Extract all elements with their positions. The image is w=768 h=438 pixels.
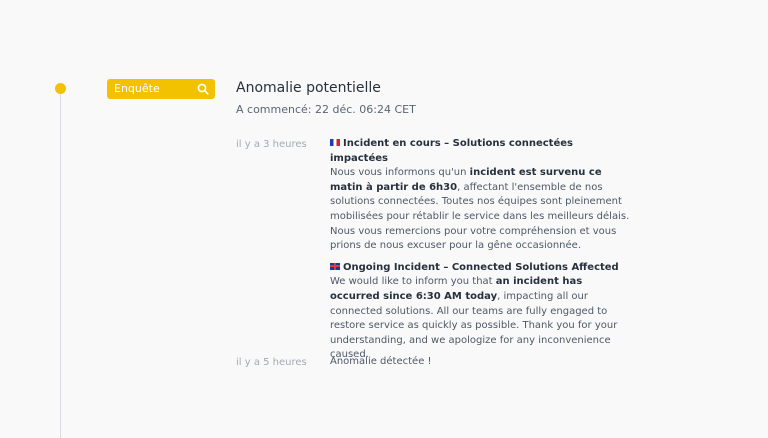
status-label: Enquête xyxy=(114,82,160,95)
search-icon xyxy=(197,83,209,95)
update-fr-title: Incident en cours – Solutions connectées… xyxy=(330,138,573,164)
incident-title: Anomalie potentielle xyxy=(236,80,381,96)
status-badge[interactable]: Enquête xyxy=(107,79,215,99)
flag-uk-icon xyxy=(330,262,340,270)
flag-fr-icon xyxy=(330,139,340,146)
update-en-title: Ongoing Incident – Connected Solutions A… xyxy=(343,261,619,273)
update-timestamp: il y a 3 heures xyxy=(236,139,307,150)
timeline-line xyxy=(60,88,61,438)
incident-start-time: A commencé: 22 déc. 06:24 CET xyxy=(236,103,416,116)
update-english: Ongoing Incident – Connected Solutions A… xyxy=(330,261,619,361)
timeline-dot xyxy=(55,83,66,94)
update-french: Incident en cours – Solutions connectées… xyxy=(330,138,630,252)
update-message: Anomalie détectée ! xyxy=(330,356,432,367)
update-timestamp: il y a 5 heures xyxy=(236,357,307,368)
update-message: Incident en cours – Solutions connectées… xyxy=(330,137,630,363)
